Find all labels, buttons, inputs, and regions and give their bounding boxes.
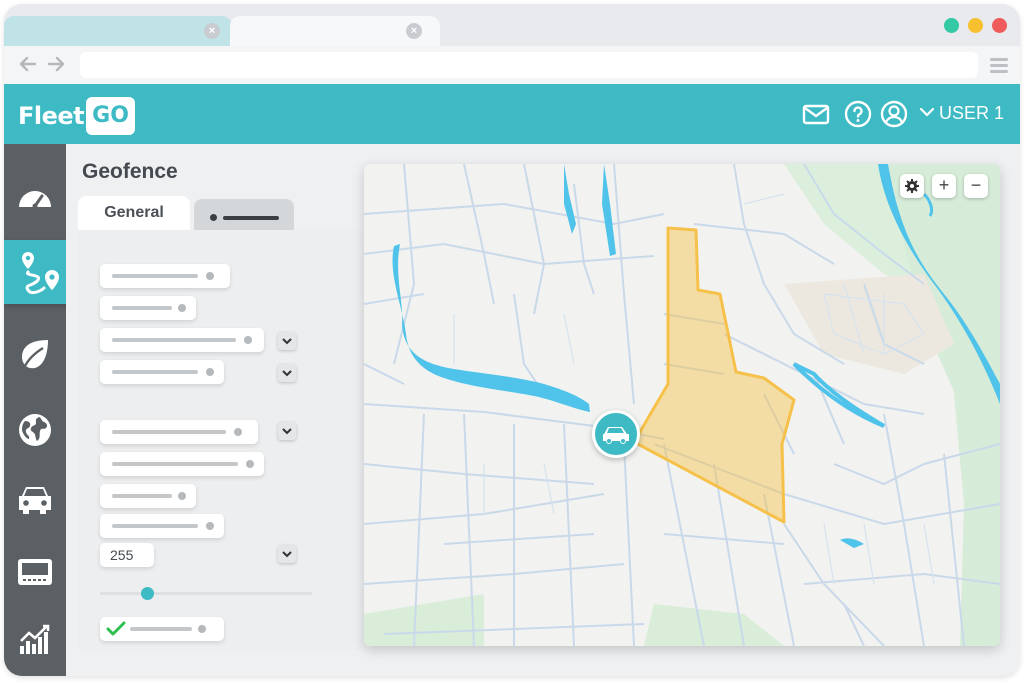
app-header: Fleet GO USER 1 <box>4 84 1020 144</box>
sidebar-item-devices[interactable] <box>4 540 66 604</box>
settings-icon <box>905 179 919 193</box>
window-maximize-button[interactable] <box>944 18 959 33</box>
browser-tab-strip: × × <box>4 4 1020 46</box>
tab-close-icon[interactable]: × <box>406 23 422 39</box>
vehicle-marker[interactable] <box>592 410 640 458</box>
chevron-down-icon[interactable] <box>918 102 936 122</box>
browser-tab[interactable]: × <box>230 16 440 46</box>
chevron-down-icon <box>282 370 292 377</box>
map-settings-button[interactable] <box>900 174 924 198</box>
user-icon[interactable] <box>880 100 908 128</box>
help-icon[interactable] <box>844 100 872 128</box>
sidebar-item-global[interactable] <box>4 398 66 462</box>
analytics-icon <box>20 624 50 654</box>
checkbox-field[interactable] <box>100 617 224 641</box>
speedometer-icon <box>19 191 51 209</box>
form-field[interactable] <box>100 452 264 476</box>
range-slider[interactable] <box>100 587 312 600</box>
tab-secondary[interactable] <box>194 199 294 231</box>
arrow-left-icon <box>19 56 37 72</box>
page-title: Geofence <box>82 160 178 183</box>
sidebar-item-vehicles[interactable] <box>4 468 66 532</box>
leaf-icon <box>22 340 48 369</box>
sidebar <box>4 144 78 676</box>
form-field[interactable] <box>100 360 224 384</box>
form-field[interactable] <box>100 514 224 538</box>
sidebar-item-reports[interactable] <box>4 608 66 672</box>
address-bar <box>4 46 1020 84</box>
checkmark-icon <box>106 621 126 636</box>
dropdown-button[interactable] <box>278 422 296 440</box>
zoom-in-button[interactable]: + <box>932 174 956 198</box>
map-canvas <box>364 164 1000 646</box>
browser-window: × × Fleet GO USER 1 Geofence General 255… <box>4 4 1020 676</box>
logo-badge: GO <box>86 97 135 135</box>
geofence-form <box>78 230 366 650</box>
number-input[interactable]: 255 <box>100 543 154 567</box>
main-content: Geofence General 255 + − <box>66 144 1020 676</box>
car-icon <box>603 427 629 444</box>
tab-general[interactable]: General <box>78 196 190 232</box>
dropdown-button[interactable] <box>278 332 296 350</box>
form-field[interactable] <box>100 328 264 352</box>
user-menu-label[interactable]: USER 1 <box>939 103 1004 124</box>
geofence-map[interactable]: + − <box>364 164 1000 646</box>
arrow-right-icon <box>47 56 65 72</box>
zoom-out-button[interactable]: − <box>964 174 988 198</box>
sidebar-item-eco[interactable] <box>4 322 66 386</box>
forward-button[interactable] <box>46 54 66 80</box>
mail-icon[interactable] <box>802 100 830 128</box>
terminal-icon <box>18 559 52 585</box>
form-field[interactable] <box>100 296 196 320</box>
back-button[interactable] <box>18 54 38 80</box>
chevron-down-icon <box>282 338 292 345</box>
form-field[interactable] <box>100 264 230 288</box>
dropdown-button[interactable] <box>278 364 296 382</box>
window-close-button[interactable] <box>992 18 1007 33</box>
browser-menu-icon[interactable] <box>990 58 1008 76</box>
car-icon <box>19 487 51 514</box>
sidebar-item-dashboard[interactable] <box>4 166 66 230</box>
slider-thumb[interactable] <box>140 587 154 600</box>
globe-icon <box>19 414 51 446</box>
form-field[interactable] <box>100 484 196 508</box>
url-input[interactable] <box>80 52 978 78</box>
dropdown-button[interactable] <box>278 545 296 563</box>
fleetgo-logo[interactable]: Fleet GO <box>18 96 135 136</box>
tab-close-icon[interactable]: × <box>204 23 220 39</box>
route-icon <box>22 252 59 295</box>
form-field[interactable] <box>100 420 258 444</box>
logo-text: Fleet <box>18 102 85 130</box>
browser-tab[interactable]: × <box>4 16 232 46</box>
chevron-down-icon <box>282 428 292 435</box>
window-minimize-button[interactable] <box>968 18 983 33</box>
chevron-down-icon <box>282 551 292 558</box>
